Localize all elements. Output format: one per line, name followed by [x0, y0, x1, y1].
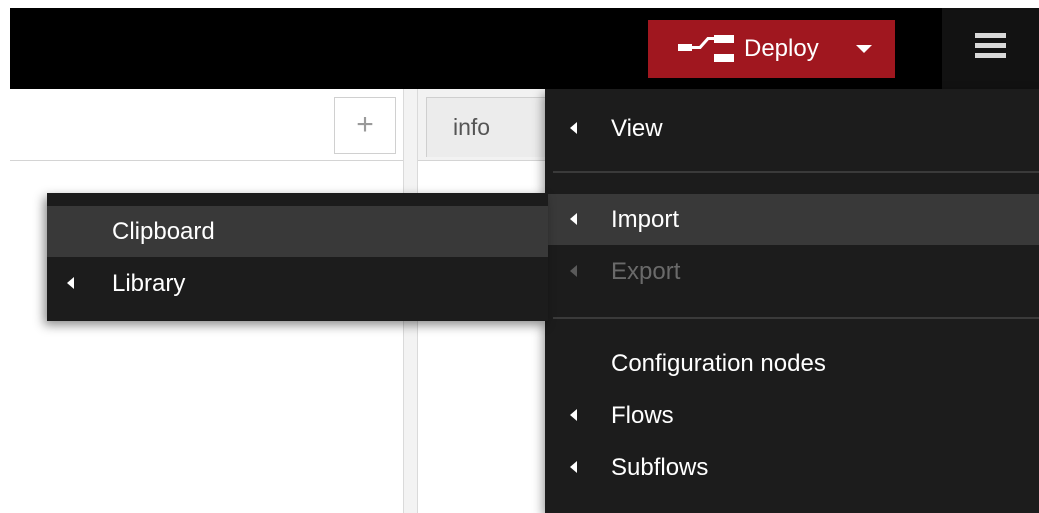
- menu-item-clipboard[interactable]: Clipboard: [47, 206, 548, 257]
- menu-item-label: Import: [611, 206, 680, 233]
- tab-info[interactable]: info: [426, 97, 548, 157]
- menu-item-label: Configuration nodes: [611, 350, 826, 377]
- menu-item-label: Flows: [611, 402, 674, 429]
- menu-item-flows[interactable]: Flows: [545, 390, 1039, 441]
- menu-item-label: Clipboard: [112, 218, 215, 245]
- menu-item-label: Export: [611, 258, 681, 285]
- menu-item-library[interactable]: Library: [47, 258, 548, 309]
- import-submenu: Clipboard Library: [47, 193, 548, 321]
- menu-item-label: Subflows: [611, 454, 709, 481]
- menu-divider: [553, 317, 1039, 319]
- menu-item-label: Library: [112, 270, 186, 297]
- caret-down-icon[interactable]: [856, 45, 872, 53]
- menu-item-view[interactable]: View: [545, 103, 1039, 154]
- main-menu-button[interactable]: [942, 8, 1039, 89]
- menu-item-export: Export: [545, 246, 1039, 297]
- main-menu-dropdown: View Import Export Configuration nodes F…: [545, 89, 1039, 513]
- menu-divider: [553, 171, 1039, 173]
- submenu-arrow-icon: [570, 461, 577, 473]
- deploy-icon: [678, 35, 734, 62]
- submenu-arrow-icon: [570, 213, 577, 225]
- submenu-arrow-icon: [67, 277, 74, 289]
- deploy-label: Deploy: [744, 35, 819, 62]
- menu-item-configuration-nodes[interactable]: Configuration nodes: [545, 338, 1039, 389]
- add-tab-button[interactable]: +: [334, 97, 396, 154]
- menu-item-label: View: [611, 115, 663, 142]
- submenu-arrow-icon: [570, 265, 577, 277]
- menu-item-subflows[interactable]: Subflows: [545, 442, 1039, 493]
- deploy-button[interactable]: Deploy: [648, 20, 895, 78]
- hamburger-icon: [975, 33, 1006, 59]
- submenu-arrow-icon: [570, 122, 577, 134]
- menu-item-import[interactable]: Import: [545, 194, 1039, 245]
- submenu-arrow-icon: [570, 409, 577, 421]
